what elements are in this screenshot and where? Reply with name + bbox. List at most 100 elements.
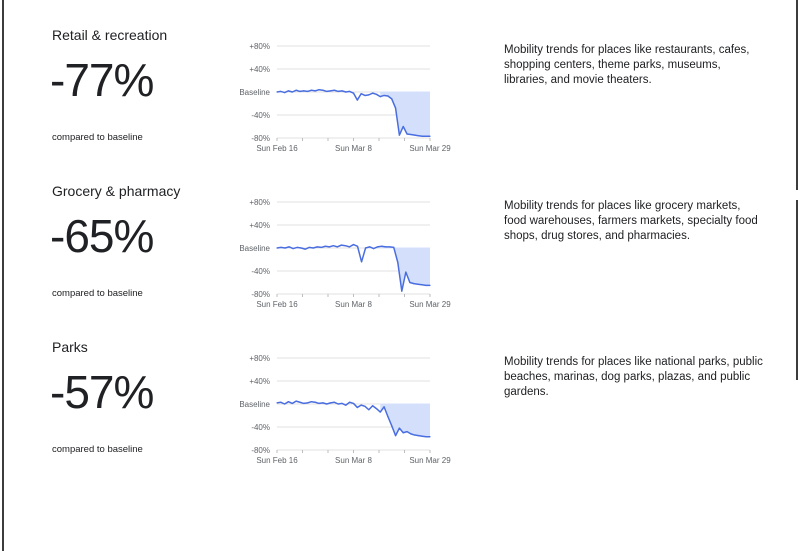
y-tick-label: Baseline [239,88,270,97]
data-point [364,247,367,249]
grocery-pharmacy-section: Grocery & pharmacy -65% compared to base… [0,183,803,339]
data-point [310,89,313,91]
data-point [389,246,391,248]
x-tick-label: Sun Mar 29 [409,456,451,465]
data-point [387,416,389,418]
data-point [425,135,427,137]
data-point [326,90,328,93]
baseline-caption: compared to baseline [52,444,143,455]
y-tick-label: +40% [249,65,270,74]
x-tick-label: Sun Mar 29 [409,144,451,153]
data-point [410,133,412,136]
data-point [337,90,339,93]
data-point [345,404,347,406]
data-point [360,404,362,406]
data-point [413,283,415,285]
data-point [410,433,412,435]
data-point [394,107,397,109]
data-point [287,401,290,403]
data-point [429,436,431,438]
data-point [421,284,423,286]
data-point [425,436,427,438]
data-point [391,98,393,100]
data-point [387,95,389,97]
data-point [352,243,355,246]
data-point [352,92,355,94]
y-tick-label: -40% [251,423,270,432]
data-point [372,405,374,407]
data-point [341,402,343,405]
data-point [299,401,301,403]
data-point [383,406,385,408]
data-point [314,401,316,403]
data-point [326,403,328,405]
grocery-pharmacy-trend-chart: +80% +40% Baseline -40% -80%Sun Feb 16 Sun Ma… [239,198,451,309]
data-point [303,90,305,92]
y-tick-label: +40% [249,221,270,230]
parks-trend-chart: +80% +40% Baseline -40% -80%Sun Feb 16 Sun Ma… [239,354,451,465]
section-title: Parks [52,339,88,355]
data-point [292,247,294,250]
data-point [356,245,359,247]
baseline-caption: compared to baseline [52,288,143,299]
data-point [393,246,395,249]
data-point [284,247,286,249]
data-point [337,403,339,405]
y-tick-label: -80% [251,134,270,143]
baseline-caption: compared to baseline [52,132,143,143]
data-point [417,283,419,285]
data-point [414,434,416,436]
y-tick-label: Baseline [239,400,270,409]
data-point [421,435,423,437]
data-point [401,290,403,292]
data-point [336,246,338,248]
data-point [333,401,335,403]
data-point [329,402,332,404]
data-point [385,246,387,248]
data-point [349,90,351,93]
data-point [391,425,393,427]
data-point [340,244,343,246]
data-point [280,401,282,403]
section-description: Mobility trends for places like restaura… [504,44,750,86]
data-point [322,402,324,404]
y-tick-label: Baseline [239,244,270,253]
data-point [324,245,326,247]
data-point [280,90,282,93]
headline-percent: -57% [50,366,154,418]
data-point [368,94,370,96]
data-point [414,134,416,136]
data-point [333,89,335,91]
data-point [314,90,316,92]
data-point [369,246,371,248]
data-point [364,405,366,407]
data-point [341,90,343,92]
data-point [344,245,347,247]
y-tick-label: -40% [251,111,270,120]
y-tick-label: +80% [249,198,270,207]
data-point [328,246,330,248]
data-point [287,90,290,92]
data-point [348,246,351,248]
data-point [303,402,305,405]
data-point [406,431,408,433]
data-point [417,135,420,137]
data-point [402,125,404,128]
y-tick-label: -80% [251,290,270,299]
data-point [276,247,278,249]
mobility-report-page: Retail & recreation -77% compared to bas… [0,0,803,551]
data-point [360,93,362,95]
data-point [409,281,411,284]
data-point [360,261,363,263]
section-title: Retail & recreation [52,27,168,43]
y-tick-label: -40% [251,267,270,276]
data-point [425,284,427,286]
data-point [379,96,381,98]
data-point [322,89,324,91]
data-point [398,427,400,429]
section-title: Grocery & pharmacy [52,183,181,199]
x-tick-label: Sun Feb 16 [256,300,298,309]
data-point [368,409,370,411]
data-point [406,133,408,135]
data-point [307,90,309,93]
